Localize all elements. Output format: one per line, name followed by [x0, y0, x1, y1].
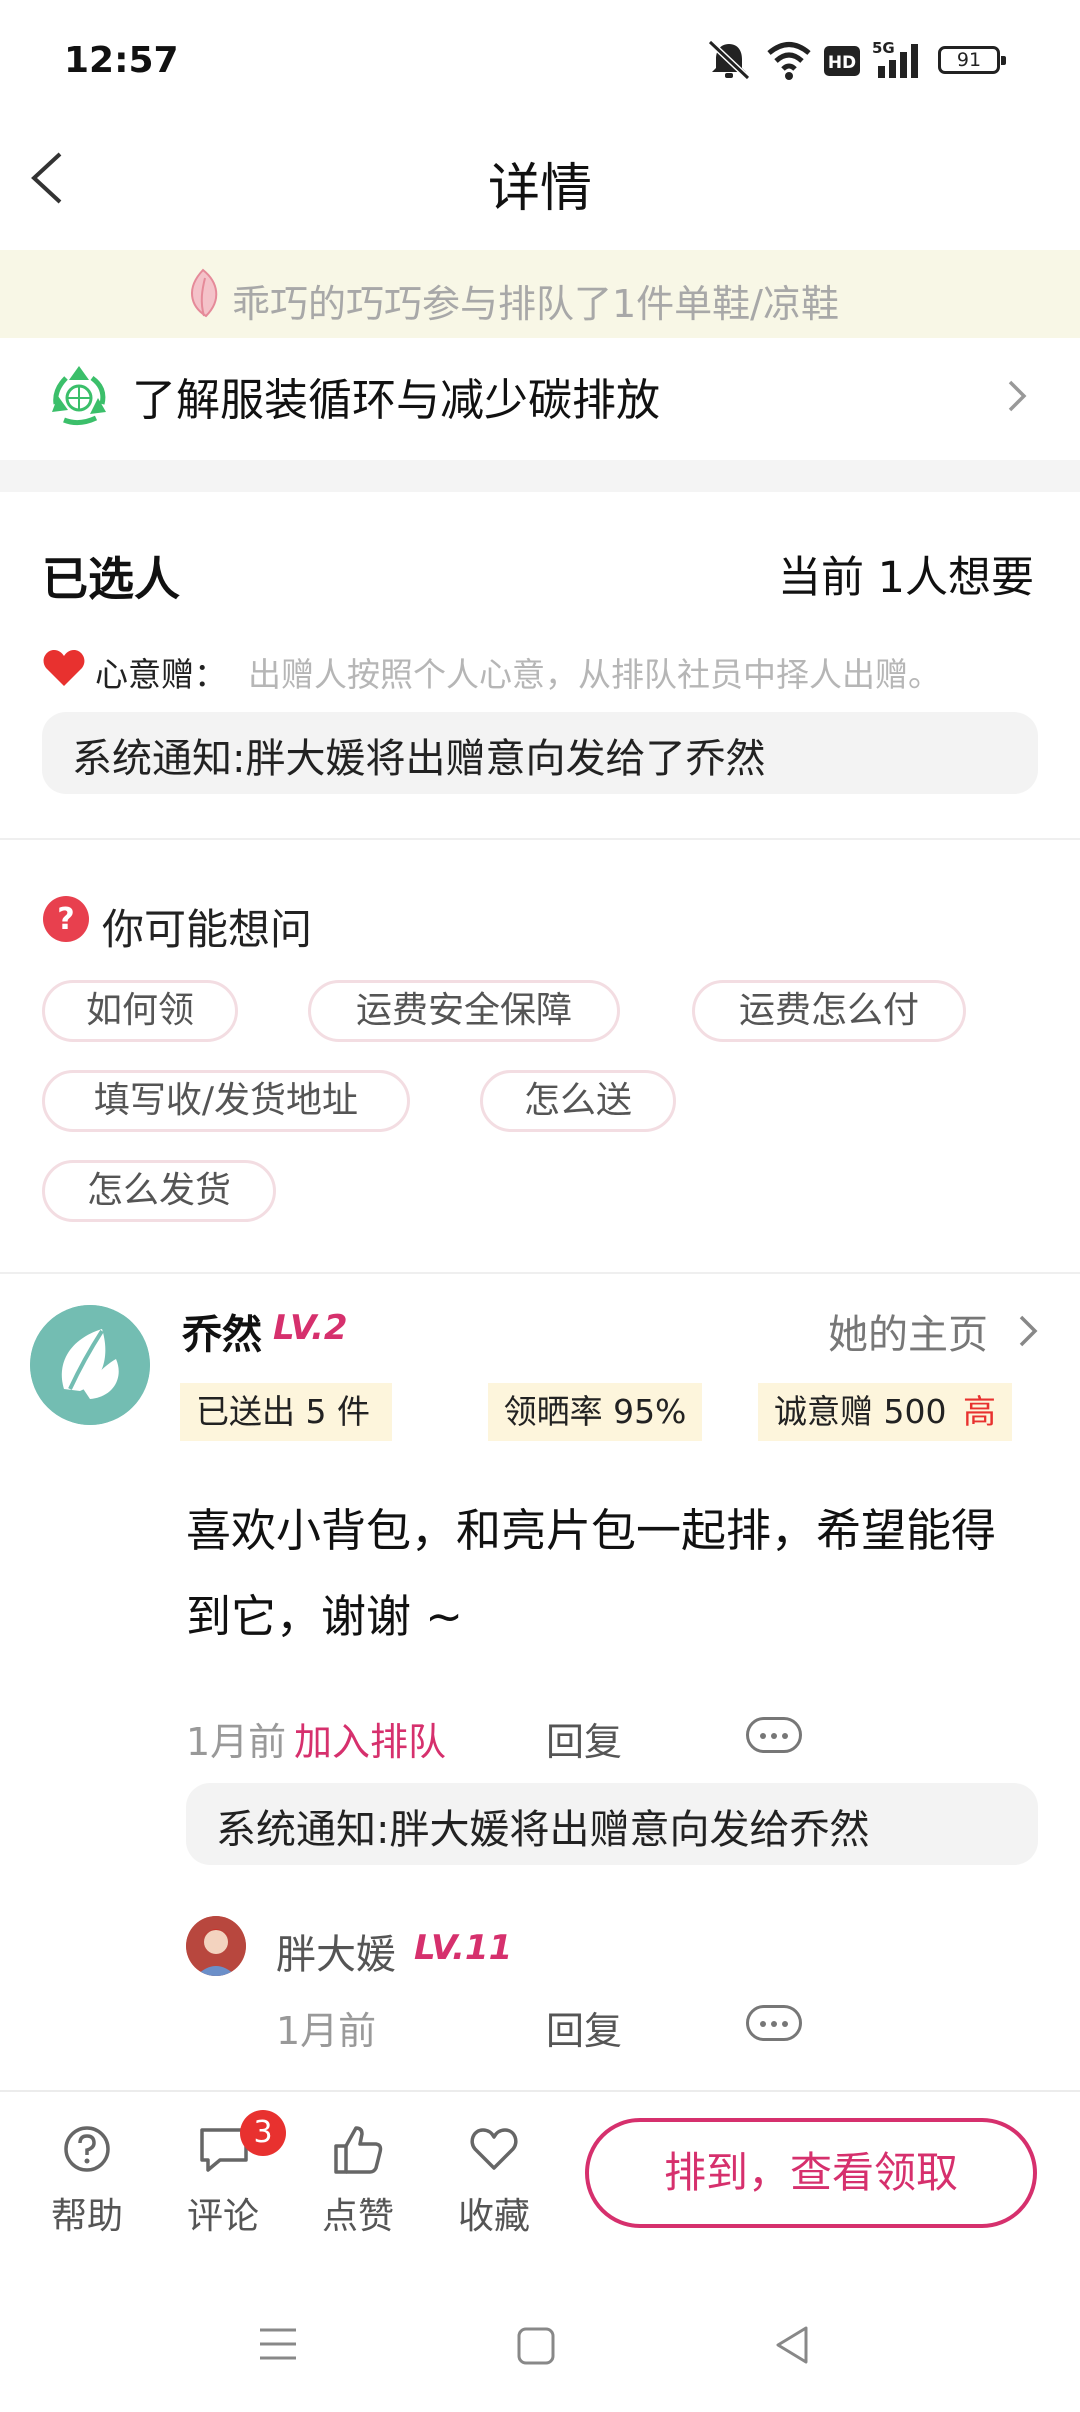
recycle-globe-icon: [52, 366, 106, 426]
queue-banner-text: 乖巧的巧巧参与排队了1件单鞋/凉鞋: [232, 282, 839, 326]
svg-text:5G: 5G: [872, 39, 895, 57]
comment-time: 1月前: [186, 1720, 287, 1764]
svg-text:HD: HD: [828, 53, 856, 73]
battery-icon: 91: [938, 46, 1006, 74]
leaf-icon: [191, 268, 218, 318]
more-options-icon[interactable]: [746, 2005, 802, 2041]
heart-gift-label: 心意赠：: [95, 655, 227, 694]
more-options-icon[interactable]: [746, 1717, 802, 1753]
stat-claim-rate: 领晒率 95%: [488, 1383, 702, 1441]
homepage-link[interactable]: 她的主页: [828, 1302, 988, 1360]
reply-avatar[interactable]: [186, 1916, 246, 1976]
signal-5g-icon: 5G: [872, 39, 918, 78]
comment-join-label: 加入排队: [294, 1720, 447, 1764]
chevron-right-icon: [1019, 1315, 1038, 1347]
reply-button[interactable]: 回复: [546, 2000, 622, 2055]
wanted-count: 当前 1人想要: [778, 553, 1035, 603]
thumbs-up-icon[interactable]: [332, 2124, 384, 2176]
faq-chip-how-to-ship[interactable]: 怎么发货: [42, 1160, 276, 1222]
claim-button[interactable]: 排到，查看领取: [585, 2118, 1037, 2228]
faq-chip-address[interactable]: 填写收/发货地址: [42, 1070, 410, 1132]
heart-icon: [43, 650, 85, 686]
reply-button[interactable]: 回复: [546, 1711, 622, 1766]
favorite-label[interactable]: 收藏: [434, 2187, 554, 2239]
faq-chip-how-to-send[interactable]: 怎么送: [480, 1070, 676, 1132]
comment-text: 喜欢小背包，和亮片包一起排，希望能得到它，谢谢 ~: [186, 1504, 997, 1643]
system-notice-text: 系统通知:胖大媛将出赠意向发给了乔然: [72, 736, 766, 782]
faq-title: 你可能想问: [102, 905, 313, 954]
bell-muted-icon: [707, 39, 751, 81]
divider: [0, 838, 1080, 840]
stat-sincerity-tag: 高: [962, 1392, 996, 1431]
selected-title: 已选人: [42, 552, 180, 606]
stat-sincerity-value: 诚意赠 500: [774, 1392, 947, 1431]
chevron-right-icon: [1008, 380, 1027, 412]
page-title: 详情: [487, 159, 592, 219]
svg-text:?: ?: [57, 902, 74, 937]
stat-sincerity: 诚意赠 500 高: [758, 1383, 1012, 1441]
comments-badge: 3: [240, 2110, 286, 2156]
divider: [0, 1272, 1080, 1274]
recycle-label: 了解服装循环与减少碳排放: [132, 375, 660, 426]
stat-sent: 已送出 5 件: [180, 1383, 392, 1441]
home-icon[interactable]: [516, 2326, 556, 2366]
faq-chip-how-to-claim[interactable]: 如何领: [42, 980, 238, 1042]
reply-user-level: LV.11: [414, 1928, 513, 1968]
faq-chip-shipping-payment[interactable]: 运费怎么付: [692, 980, 966, 1042]
heart-outline-icon[interactable]: [468, 2124, 520, 2174]
status-time: 12:57: [64, 40, 179, 81]
help-icon[interactable]: [62, 2124, 112, 2174]
reply-user-name[interactable]: 胖大媛: [276, 1922, 396, 1980]
like-label[interactable]: 点赞: [298, 2187, 418, 2239]
faq-chip-shipping-safety[interactable]: 运费安全保障: [308, 980, 620, 1042]
back-triangle-icon[interactable]: [772, 2324, 812, 2366]
reply-time: 1月前: [276, 2009, 377, 2053]
comment-user-level: LV.2: [273, 1308, 348, 1348]
avatar[interactable]: [30, 1305, 150, 1425]
section-gap: [0, 460, 1080, 492]
system-notice-text: 系统通知:胖大媛将出赠意向发给乔然: [216, 1807, 870, 1853]
menu-icon[interactable]: [258, 2326, 298, 2362]
question-icon: ?: [43, 896, 89, 942]
help-label[interactable]: 帮助: [27, 2187, 147, 2239]
wifi-icon: [767, 42, 811, 80]
heart-gift-description: 出赠人按照个人心意，从排队社员中择人出赠。: [248, 655, 941, 694]
comments-label[interactable]: 评论: [163, 2187, 283, 2239]
comment-user-name[interactable]: 乔然: [182, 1302, 262, 1360]
hd-icon: HD: [824, 46, 860, 76]
